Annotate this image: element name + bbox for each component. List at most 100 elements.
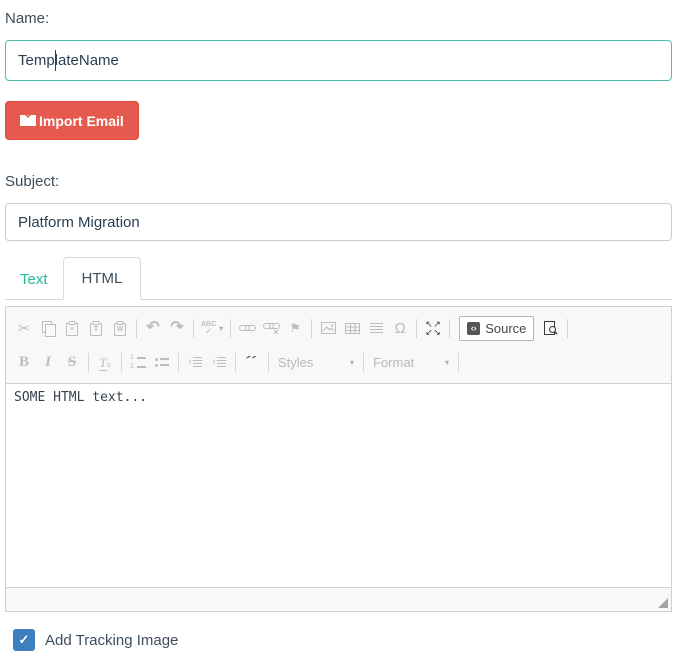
toolbar-separator (230, 319, 231, 338)
preview-icon (544, 321, 558, 336)
toolbar-row-2: B I S Tx 1 2 (12, 345, 665, 379)
template-form: Name: Import Email Subject: Text HTML ✂ … (0, 0, 682, 651)
toolbar-separator (178, 353, 179, 372)
toolbar-separator (311, 319, 312, 338)
tab-html[interactable]: HTML (63, 257, 142, 300)
subject-label: Subject: (5, 171, 672, 192)
toolbar-separator (88, 353, 89, 372)
horizontal-line-icon (370, 323, 383, 334)
omega-icon: Ω (395, 321, 406, 336)
numbered-list-button[interactable]: 1 2 (126, 349, 150, 375)
text-cursor (55, 50, 56, 71)
tracking-row: ✓ Add Tracking Image (13, 629, 672, 651)
redo-icon: ↷ (170, 320, 183, 336)
rich-text-editor: ✂ ≡ T W ↶ ↷ ABC ✓ ▾ (5, 306, 672, 612)
decrease-indent-button[interactable]: ‹ (183, 349, 207, 375)
increase-indent-button[interactable]: › (207, 349, 231, 375)
import-email-button[interactable]: Import Email (5, 101, 139, 140)
bulleted-list-icon (155, 358, 169, 367)
special-character-button[interactable]: Ω (388, 315, 412, 341)
spell-check-button[interactable]: ABC ✓ ▾ (198, 315, 226, 341)
editor-toolbar: ✂ ≡ T W ↶ ↷ ABC ✓ ▾ (6, 307, 671, 384)
import-email-label: Import Email (39, 113, 124, 129)
increase-indent-icon: › (212, 357, 225, 368)
name-input[interactable] (5, 40, 672, 81)
preview-button[interactable] (539, 315, 563, 341)
tracking-checkbox[interactable]: ✓ (13, 629, 35, 651)
cut-button[interactable]: ✂ (12, 315, 36, 341)
table-icon (345, 323, 360, 334)
italic-button[interactable]: I (36, 349, 60, 375)
strikethrough-button[interactable]: S (60, 349, 84, 375)
envelope-icon (20, 115, 36, 126)
italic-icon: I (45, 355, 51, 370)
blockquote-button[interactable]: ” (240, 349, 264, 375)
toolbar-separator (458, 353, 459, 372)
source-code-textarea[interactable]: SOME HTML text... (6, 384, 671, 587)
toolbar-separator (416, 319, 417, 338)
link-button[interactable] (235, 315, 259, 341)
table-button[interactable] (340, 315, 364, 341)
toolbar-separator (449, 319, 450, 338)
styles-dropdown-label: Styles (278, 355, 313, 370)
bulleted-list-button[interactable] (150, 349, 174, 375)
link-icon (239, 323, 256, 333)
decrease-indent-icon: ‹ (188, 357, 201, 368)
styles-dropdown[interactable]: Styles ▾ (273, 349, 359, 375)
chevron-down-icon: ▾ (445, 358, 449, 367)
name-field-wrap (5, 40, 672, 81)
format-dropdown-label: Format (373, 355, 414, 370)
blockquote-icon: ” (246, 356, 259, 369)
paste-plain-text-icon: T (90, 323, 102, 336)
strikethrough-icon: S (68, 355, 76, 370)
paste-button[interactable]: ≡ (60, 315, 84, 341)
toolbar-separator (235, 353, 236, 372)
image-icon (321, 322, 336, 334)
source-button-label: Source (485, 321, 526, 336)
toolbar-row-1: ✂ ≡ T W ↶ ↷ ABC ✓ ▾ (12, 311, 665, 345)
paste-from-word-icon: W (114, 323, 126, 336)
anchor-button[interactable]: ⚑ (283, 315, 307, 341)
editor-tabs: Text HTML (5, 257, 672, 300)
spell-check-icon: ABC ✓ (201, 321, 216, 336)
name-label: Name: (5, 8, 672, 29)
redo-button[interactable]: ↷ (165, 315, 189, 341)
paste-plain-text-button[interactable]: T (84, 315, 108, 341)
subject-input[interactable] (5, 203, 672, 241)
toolbar-separator (121, 353, 122, 372)
unlink-icon (263, 322, 280, 334)
copy-icon (42, 321, 52, 333)
toolbar-separator (268, 353, 269, 372)
bold-icon: B (19, 355, 29, 370)
source-button[interactable]: ‹› Source (459, 316, 534, 341)
image-button[interactable] (316, 315, 340, 341)
bold-button[interactable]: B (12, 349, 36, 375)
numbered-list-icon: 1 2 (130, 355, 146, 370)
horizontal-line-button[interactable] (364, 315, 388, 341)
tracking-label: Add Tracking Image (45, 632, 178, 649)
undo-icon: ↶ (146, 320, 159, 336)
maximize-icon: ↖ ↗ ↙ ↘ (425, 320, 441, 336)
remove-format-button[interactable]: Tx (93, 349, 117, 375)
chevron-down-icon: ▾ (219, 324, 223, 333)
chevron-down-icon: ▾ (350, 358, 354, 367)
toolbar-separator (363, 353, 364, 372)
resize-grip[interactable] (658, 598, 668, 608)
toolbar-separator (193, 319, 194, 338)
remove-format-icon: Tx (99, 356, 110, 369)
toolbar-separator (136, 319, 137, 338)
paste-icon: ≡ (66, 323, 78, 336)
maximize-button[interactable]: ↖ ↗ ↙ ↘ (421, 315, 445, 341)
toolbar-separator (567, 319, 568, 338)
format-dropdown[interactable]: Format ▾ (368, 349, 454, 375)
flag-icon: ⚑ (290, 322, 301, 334)
source-code-icon: ‹› (467, 322, 480, 335)
checkmark-icon: ✓ (19, 632, 30, 648)
undo-button[interactable]: ↶ (141, 315, 165, 341)
copy-button[interactable] (36, 315, 60, 341)
unlink-button[interactable] (259, 315, 283, 341)
editor-status-bar (6, 587, 671, 611)
paste-from-word-button[interactable]: W (108, 315, 132, 341)
cut-icon: ✂ (18, 321, 30, 335)
tab-text[interactable]: Text (5, 260, 63, 299)
